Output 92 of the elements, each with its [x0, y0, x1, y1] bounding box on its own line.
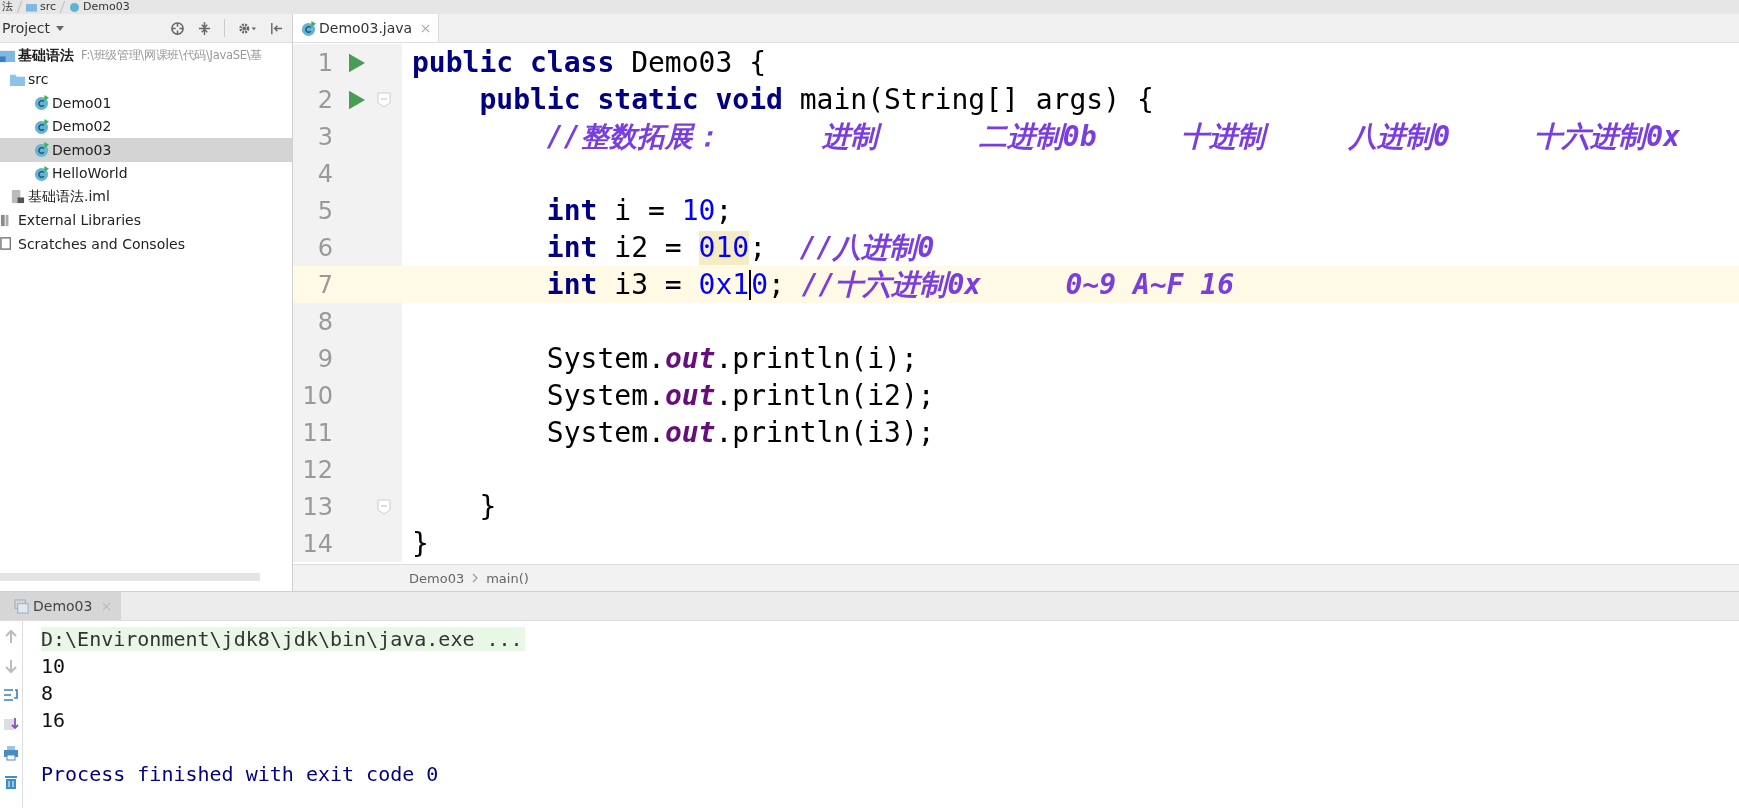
- field-name: out: [664, 341, 716, 376]
- code-text: }: [412, 526, 429, 561]
- console-icon: [14, 598, 29, 614]
- hide-panel-icon[interactable]: [269, 20, 284, 36]
- code-text: Demo03 {: [630, 45, 766, 80]
- output-line: 16: [41, 707, 66, 732]
- line-number: 3: [316, 122, 333, 151]
- tree-item[interactable]: Demo03: [0, 138, 292, 162]
- line-number: 13: [301, 492, 333, 521]
- code-comment: //八进制0: [799, 230, 935, 265]
- keyword: int: [545, 230, 598, 265]
- tree-item[interactable]: Demo02: [0, 114, 292, 138]
- field-name: out: [664, 378, 716, 413]
- editor-tab[interactable]: Demo03.java: [293, 14, 440, 42]
- code-text: System.: [545, 415, 665, 450]
- code-comment: //整数拓展： 进制 二进制0b 十进制 八进制0 十六进制0x: [545, 119, 1680, 154]
- print-icon[interactable]: [3, 745, 19, 761]
- code-text: i2 =: [613, 230, 683, 265]
- keyword: public class: [412, 45, 615, 80]
- code-text: i =: [613, 193, 666, 228]
- code-text: i3 =: [613, 267, 683, 302]
- keyword: public static void: [478, 82, 783, 117]
- output-line: 10: [41, 653, 66, 678]
- number-literal: 010: [698, 230, 750, 265]
- panel-title[interactable]: Project: [2, 20, 50, 36]
- code-text: System.: [545, 378, 665, 413]
- text-cursor: [749, 269, 752, 300]
- nav-crumb[interactable]: 法: [2, 1, 13, 13]
- up-arrow-icon[interactable]: [3, 629, 19, 645]
- soft-wrap-icon[interactable]: [3, 687, 19, 703]
- number-literal: 0: [751, 267, 769, 302]
- tree-item[interactable]: Scratches and Consoles: [0, 232, 292, 256]
- module-folder-icon: [0, 48, 15, 64]
- breadcrumb-item[interactable]: main(): [486, 570, 529, 586]
- line-number: 8: [316, 307, 333, 336]
- line-number: 1: [316, 48, 333, 77]
- collapse-icon[interactable]: [197, 20, 212, 36]
- code-text: ;: [768, 267, 786, 302]
- line-number: 12: [301, 455, 333, 484]
- horizontal-scrollbar[interactable]: [0, 573, 260, 581]
- line-number: 14: [301, 529, 333, 558]
- tree-item[interactable]: External Libraries: [0, 208, 292, 232]
- class-icon: [34, 118, 49, 134]
- line-number: 9: [316, 344, 333, 373]
- keyword: int: [545, 267, 598, 302]
- class-icon: [34, 95, 49, 111]
- tree-item[interactable]: Demo01: [0, 91, 292, 115]
- code-text: .println(i3);: [715, 415, 935, 450]
- nav-crumb[interactable]: src: [26, 1, 57, 13]
- line-number: 11: [301, 418, 333, 447]
- scroll-to-end-icon[interactable]: [3, 716, 19, 732]
- code-text: }: [478, 489, 497, 524]
- code-text: .println(i2);: [715, 378, 935, 413]
- class-icon: [34, 165, 49, 181]
- code-text: System.: [545, 341, 665, 376]
- run-icon[interactable]: [349, 89, 365, 110]
- code-text: ;: [749, 230, 768, 265]
- run-tab[interactable]: Demo03: [0, 592, 122, 620]
- class-icon: [34, 142, 49, 158]
- line-number: 7: [316, 270, 333, 299]
- line-number: 10: [301, 381, 333, 410]
- file-icon: [10, 189, 25, 205]
- code-comment: //十六进制0x 0~9 A~F 16: [801, 267, 1235, 302]
- exit-message: Process finished with exit code 0: [41, 761, 439, 786]
- line-number: 6: [316, 233, 333, 262]
- tree-item[interactable]: 基础语法.iml: [0, 185, 292, 209]
- keyword: int: [545, 193, 598, 228]
- folder-icon: [26, 2, 37, 12]
- code-text: .println(i);: [715, 341, 918, 376]
- chevron-icon: [472, 573, 479, 583]
- field-name: out: [664, 415, 716, 450]
- dropdown-caret-icon[interactable]: [55, 25, 64, 31]
- close-icon[interactable]: [421, 23, 431, 33]
- number-literal: 0x1: [698, 267, 750, 302]
- code-text: main(String[] args) {: [798, 82, 1154, 117]
- tree-item[interactable]: 基础语法 F:\班级管理\网课班\代码\JavaSE\基: [0, 44, 292, 68]
- line-number: 2: [316, 85, 333, 114]
- nav-crumb[interactable]: Demo03: [69, 1, 130, 13]
- breadcrumb-item[interactable]: Demo03: [409, 570, 465, 586]
- run-icon[interactable]: [349, 52, 365, 73]
- line-number: 5: [316, 196, 333, 225]
- tree-item[interactable]: src: [0, 67, 292, 91]
- locate-icon[interactable]: [170, 20, 185, 36]
- down-arrow-icon[interactable]: [3, 658, 19, 674]
- class-icon: [301, 20, 316, 36]
- class-icon: [69, 2, 81, 12]
- tree-item[interactable]: HelloWorld: [0, 161, 292, 185]
- output-line: 8: [41, 680, 54, 705]
- line-number: 4: [316, 159, 333, 188]
- number-literal: 10: [681, 193, 716, 228]
- code-text: ;: [715, 193, 733, 228]
- trash-icon[interactable]: [3, 774, 19, 790]
